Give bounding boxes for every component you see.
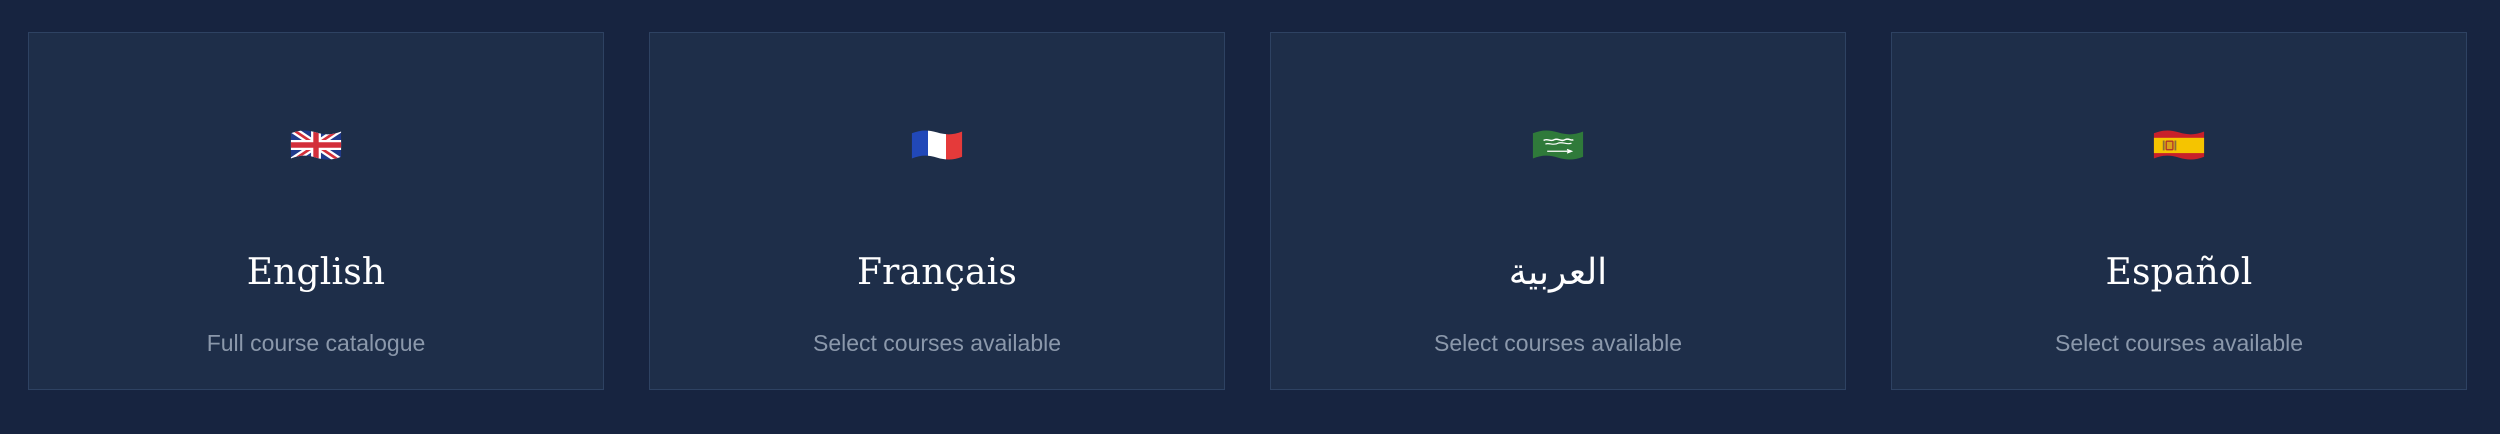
language-card-spanish[interactable]: Español Select courses available (1891, 32, 2467, 390)
language-name: العربية (1508, 252, 1608, 293)
language-name: English (246, 252, 386, 293)
language-card-arabic[interactable]: العربية Select courses available (1270, 32, 1846, 390)
language-grid: English Full course catalogue Français S… (28, 32, 2467, 390)
language-subtitle: Select courses available (1433, 330, 1683, 356)
language-card-english[interactable]: English Full course catalogue (28, 32, 604, 390)
language-name: Español (2105, 252, 2253, 293)
spain-flag-icon (2153, 130, 2205, 160)
france-flag-icon (911, 130, 963, 160)
language-subtitle: Full course catalogue (206, 330, 426, 356)
saudi-arabia-flag-icon (1532, 130, 1584, 160)
uk-flag-icon (290, 130, 342, 160)
language-card-french[interactable]: Français Select courses available (649, 32, 1225, 390)
language-subtitle: Select courses available (2054, 330, 2304, 356)
language-subtitle: Select courses available (812, 330, 1062, 356)
language-name: Français (856, 252, 1018, 293)
